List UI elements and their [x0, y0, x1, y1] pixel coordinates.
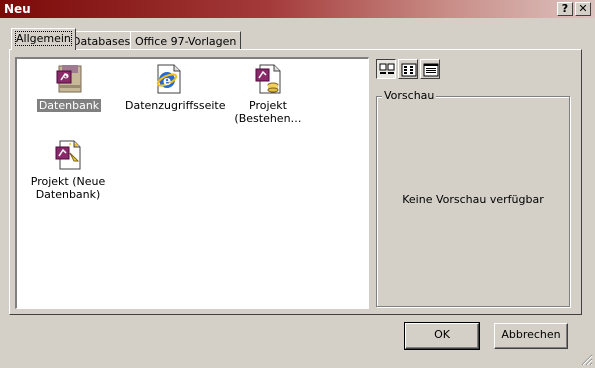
tab-label: Office 97-Vorlagen [135, 35, 237, 48]
tab-label: Databases [72, 35, 131, 48]
ok-button[interactable]: OK [404, 322, 480, 350]
window-title: Neu [4, 2, 31, 16]
preview-empty-text: Keine Vorschau verfügbar [402, 193, 544, 206]
details-icon [423, 63, 439, 77]
item-label: Projekt (Neue Datenbank) [30, 175, 106, 201]
list-view-button[interactable] [398, 59, 418, 79]
item-label: Datenzugriffsseite [125, 99, 226, 112]
item-label: Datenbank [36, 99, 102, 112]
preview-legend: Vorschau [382, 89, 437, 102]
project-new-database-icon [52, 139, 84, 171]
access-database-icon [53, 63, 85, 95]
cancel-button[interactable]: Abbrechen [494, 323, 568, 349]
details-view-button[interactable] [420, 59, 440, 79]
tab-label: Allgemein [15, 31, 72, 46]
help-button[interactable]: ? [557, 2, 573, 16]
tab-databases[interactable]: Databases [67, 31, 136, 50]
item-label: Projekt (Bestehen… [234, 99, 302, 125]
list-icon [401, 63, 417, 77]
preview-group: Vorschau Keine Vorschau verfügbar [376, 89, 570, 307]
resize-grip-icon[interactable] [581, 354, 593, 366]
large-icons-view-button[interactable] [376, 59, 396, 79]
tab-office-97-vorlagen[interactable]: Office 97-Vorlagen [130, 31, 242, 50]
project-existing-icon [252, 63, 284, 95]
template-list[interactable]: Datenbank e Datenzugriffsseite Projekt (… [15, 57, 369, 309]
close-button[interactable]: ✕ [575, 2, 591, 16]
large-icons-icon [379, 63, 395, 74]
title-bar[interactable]: Neu ? ✕ [0, 0, 595, 18]
tab-allgemein[interactable]: Allgemein [11, 28, 76, 50]
svg-text:e: e [163, 74, 171, 89]
data-access-page-icon: e [152, 63, 184, 95]
